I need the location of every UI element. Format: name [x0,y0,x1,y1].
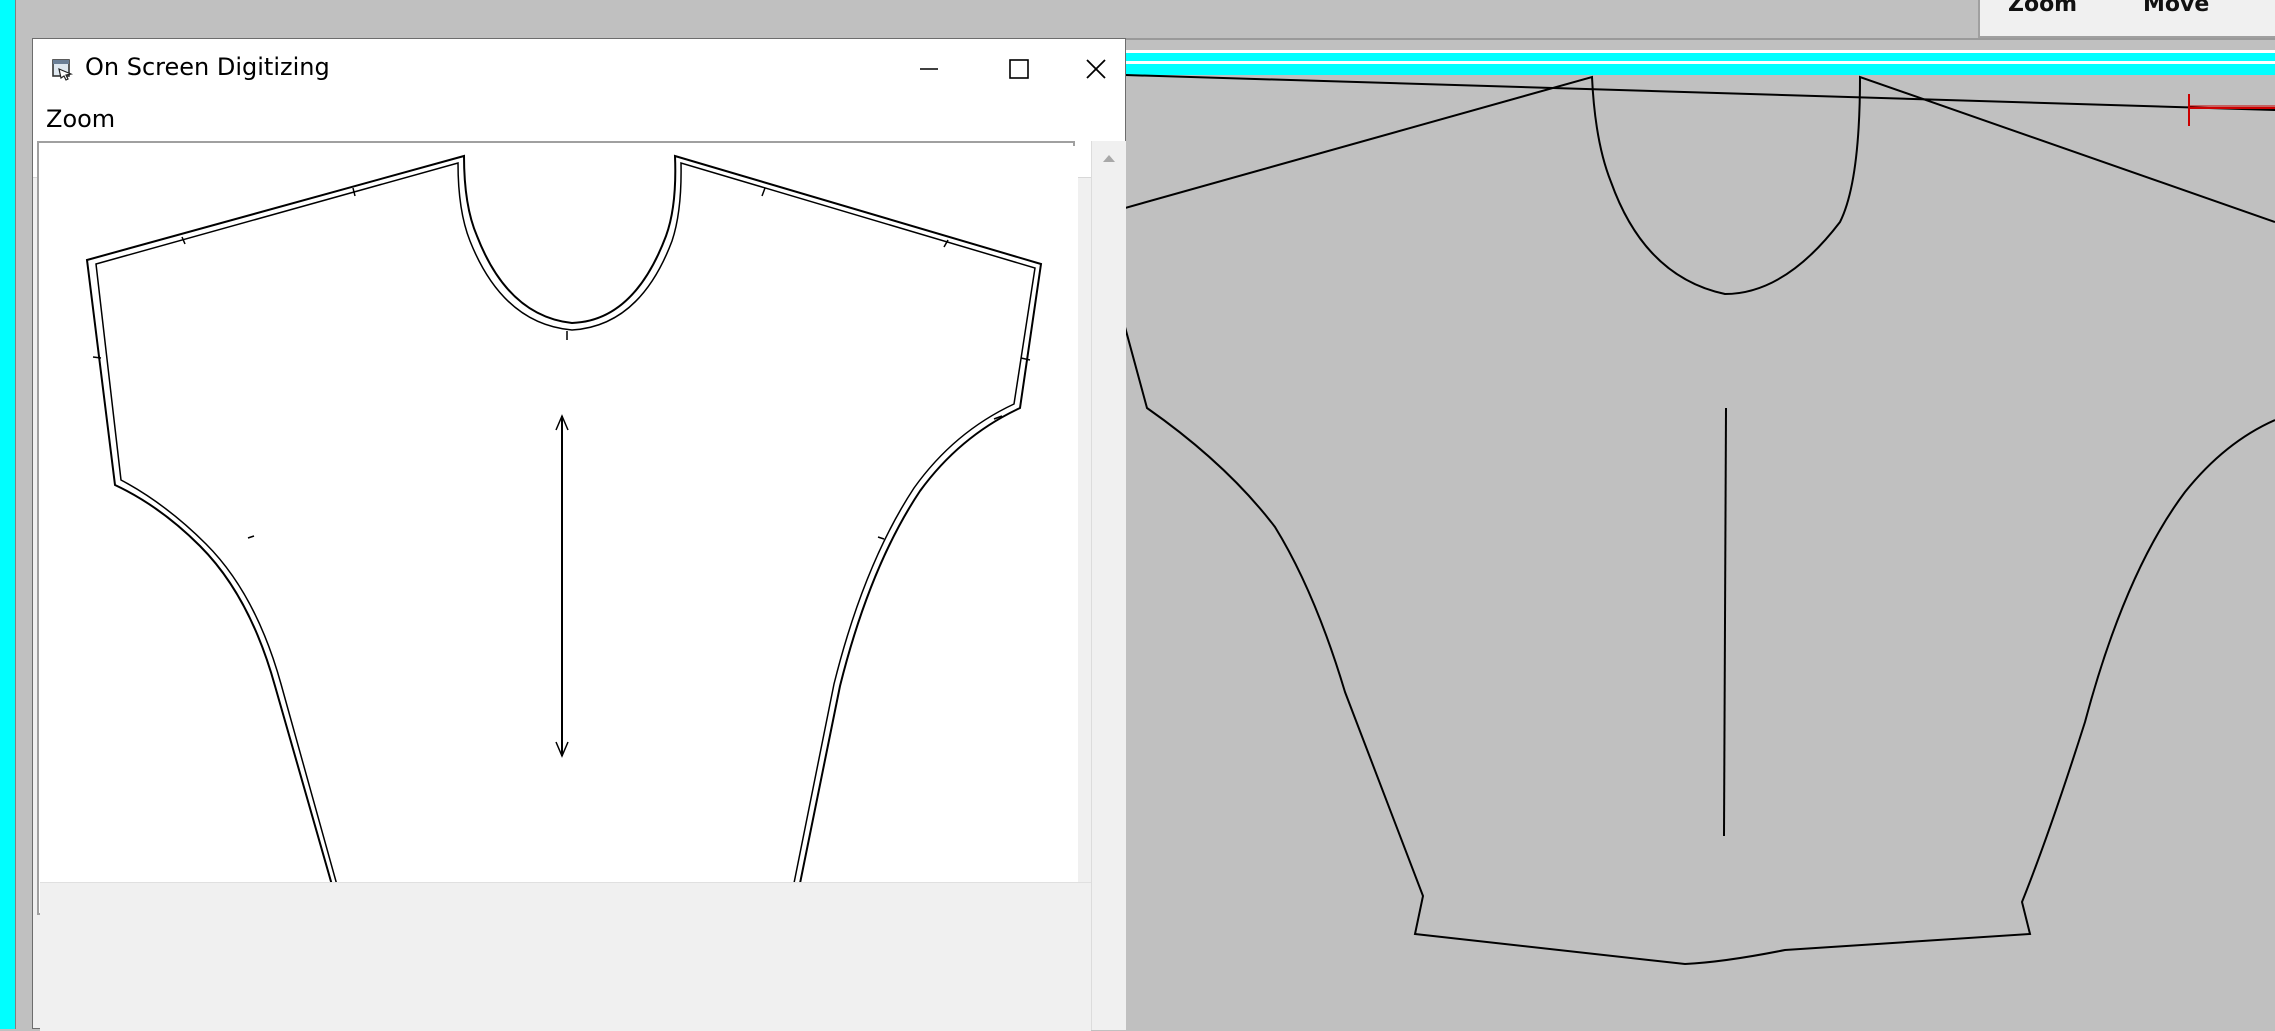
close-icon [1086,59,1106,79]
pattern-left-side [1125,326,2275,966]
grainline [1723,407,1727,837]
dialog-lower-panel [40,882,1091,1031]
top-guide-line [1125,74,2275,111]
preview-inner-outline [95,161,1036,882]
pattern-outline [1125,75,2275,296]
dialog-titlebar[interactable]: On Screen Digitizing [33,39,1125,99]
app-top-bar [0,0,2275,40]
on-screen-digitizing-dialog: On Screen Digitizing Zoom [32,38,1126,1031]
vertical-scrollbar[interactable] [1091,141,1126,1030]
minimize-button[interactable] [883,39,975,99]
menu-zoom[interactable]: Zoom [46,105,115,133]
preview-area[interactable] [40,146,1078,882]
dialog-title: On Screen Digitizing [85,53,330,81]
maximize-icon [1009,59,1029,79]
preview-outer-outline [85,154,1043,882]
digitizing-canvas[interactable] [1125,72,2275,1029]
maximize-button[interactable] [973,39,1065,99]
digitize-app-icon [52,59,74,81]
app-toolbar: Zoom Move [1978,0,2275,38]
toolbar-move-button[interactable]: Move [2143,0,2209,18]
minimize-icon [920,68,938,70]
scroll-up-button[interactable] [1092,141,1126,175]
app-left-border [0,0,15,1029]
toolbar-zoom-button[interactable]: Zoom [2008,0,2077,18]
close-button[interactable] [1066,39,1126,99]
pattern-preview [85,154,1043,882]
scroll-up-arrow-icon [1103,155,1115,162]
